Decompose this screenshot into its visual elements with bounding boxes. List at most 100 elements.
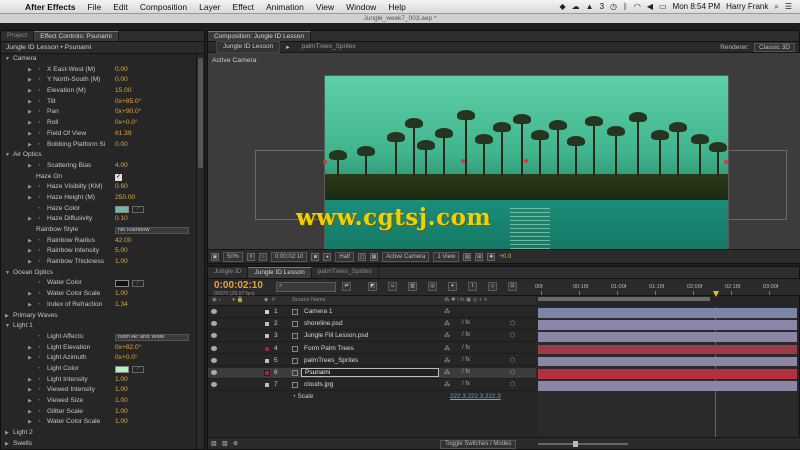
effect-param-row[interactable]: ▶ ◔ Rainbow Thickness 1.00 [1,257,204,268]
transparency-grid-icon[interactable]: ▦ [370,252,379,261]
shy-switch-icon[interactable]: ⁂ [444,345,450,352]
effect-param-row[interactable]: ▼ Air Optics [1,150,204,161]
visibility-eye-icon[interactable] [211,309,217,314]
layer-label-color[interactable] [264,370,270,376]
scale-value[interactable]: 222.3,222.3,222.3 [450,393,501,400]
twirl-closed-icon[interactable]: ▶ [28,417,32,428]
3d-layer-icon[interactable]: ⬡ [510,332,515,339]
twirl-closed-icon[interactable]: ▶ [28,161,32,172]
layer-duration-bar[interactable] [538,381,797,391]
control-point[interactable] [524,159,528,163]
stopwatch-icon[interactable]: ◔ [37,385,41,396]
timeline-tab-palmtrees-sprites[interactable]: palmTrees_Sprites [312,267,380,278]
stopwatch-icon[interactable]: ◔ [37,332,41,343]
user-name[interactable]: Harry Frank [726,2,768,11]
stopwatch-icon[interactable]: ◔ [37,118,41,129]
param-value[interactable]: 0.00 [115,65,128,76]
twirl-closed-icon[interactable]: ▶ [28,97,32,108]
transfer-controls-icon[interactable]: ▨ [222,440,228,447]
twirl-closed-icon[interactable]: ▶ [28,396,32,407]
effect-param-row[interactable]: ▶ ◔ Roll 0x+0.0° [1,118,204,129]
resolution-select[interactable]: Half [335,251,355,262]
view-select[interactable]: Active Camera [382,251,430,262]
motion-blur-icon[interactable]: ◎ [428,282,437,291]
shy-switch-icon[interactable]: ⁂ [444,308,450,315]
dropbox-icon[interactable]: ◆ [560,2,566,11]
shy-icon[interactable]: ☺ [388,282,397,291]
param-value[interactable]: 1.34 [115,300,128,311]
comp-tab-palmtrees-sprites[interactable]: palmTrees_Sprites [296,42,362,52]
layer-label-color[interactable] [264,309,270,315]
effect-param-row[interactable]: ◔ Water Color ⟋ [1,278,204,289]
stopwatch-icon[interactable]: ◔ [37,278,41,289]
menu-help[interactable]: Help [382,2,411,12]
stopwatch-icon[interactable]: ◔ [37,182,41,193]
layer-name[interactable]: clouds.jpg [304,381,333,388]
cloud-icon[interactable]: ☁ [572,2,580,11]
scroll-thumb[interactable] [198,58,203,168]
control-point[interactable] [461,159,465,163]
effect-param-row[interactable]: ▶ ◔ Rainbow Intensity 5.00 [1,246,204,257]
menu-view[interactable]: View [310,2,340,12]
effect-param-row[interactable]: ▶ ◔ Tilt 0x+85.0° [1,97,204,108]
stopwatch-icon[interactable]: ◔ [37,396,41,407]
roi-icon[interactable]: ▢ [358,252,367,261]
menu-window[interactable]: Window [340,2,382,12]
layer-label-color[interactable] [264,321,270,328]
battery-icon[interactable]: ▭ [659,2,667,11]
visibility-eye-icon[interactable] [211,345,217,351]
snapshot-icon[interactable]: ◙ [311,252,320,261]
3d-layer-icon[interactable]: ⬡ [510,320,515,327]
work-area-bar[interactable] [538,297,710,301]
effect-param-row[interactable]: ▶ ◔ Glitter Scale 1.00 [1,407,204,418]
color-swatch[interactable] [115,365,129,373]
effect-param-row[interactable]: ▶ ◔ Rainbow Radius 42.00 [1,236,204,247]
layer-search-input[interactable]: ⌕ [276,282,336,292]
effect-param-row[interactable]: Rainbow Style No Rainbow [1,225,204,236]
menu-file[interactable]: File [82,2,108,12]
timeline-zoom-slider[interactable] [538,441,628,447]
timeline-tab-jungle-id[interactable]: Jungle ID [208,267,249,278]
twirl-closed-icon[interactable]: ▶ [28,214,32,225]
layer-row[interactable]: 4 Form Palm Trees ⁂ / fx [208,344,536,355]
effect-param-row[interactable]: ▶ Primary Waves [1,311,204,322]
twirl-closed-icon[interactable]: ▶ [28,236,32,247]
twirl-closed-icon[interactable]: ▶ [5,311,9,322]
visibility-eye-icon[interactable] [211,382,217,388]
effect-param-row[interactable]: ◔ Light Affects: Both Air and Wate [1,332,204,343]
app-menu[interactable]: After Effects [19,2,82,12]
stopwatch-icon[interactable]: ◔ [37,364,41,375]
flowchart-icon[interactable]: ⊞ [475,252,484,261]
effect-param-row[interactable]: ▶ ◔ Water Color Scale 1.00 [1,289,204,300]
stopwatch-icon[interactable]: ◔ [37,246,41,257]
quality-switch-icon[interactable]: / fx [462,381,470,387]
param-value[interactable]: 61.39 [115,129,132,140]
layer-name[interactable]: shoreline.psd [304,320,343,327]
3d-layer-icon[interactable]: ⬡ [510,369,515,376]
param-value[interactable]: 0x+82.0° [115,343,141,354]
layer-label-color[interactable] [264,357,270,364]
bluetooth-icon[interactable]: ᛒ [623,2,628,11]
effect-param-row[interactable]: ▶ ◔ Haze Diffusivity 0.10 [1,214,204,225]
quality-switch-icon[interactable]: / fx [462,332,470,338]
menu-layer[interactable]: Layer [193,2,226,12]
stopwatch-icon[interactable]: ◔ [37,300,41,311]
stopwatch-icon[interactable]: ◔ [37,161,41,172]
twirl-closed-icon[interactable]: ▶ [28,129,32,140]
scale-property-row[interactable]: ◔ Scale 222.3,222.3,222.3 [208,393,536,403]
stopwatch-icon[interactable]: ◔ [37,375,41,386]
visibility-eye-icon[interactable] [211,370,217,375]
eyedropper-icon[interactable]: ⟋ [132,365,144,373]
param-value[interactable]: 0x+0.0° [115,118,138,129]
twirl-closed-icon[interactable]: ▶ [28,193,32,204]
stopwatch-icon[interactable]: ◔ [37,193,41,204]
effect-param-row[interactable]: ▶ ◔ Haze Visibilty (KM) 0.60 [1,182,204,193]
twirl-closed-icon[interactable]: ▶ [28,407,32,418]
volume-icon[interactable]: ◀ [647,2,653,11]
effects-scrollbar[interactable] [196,54,204,449]
frame-blending-icon[interactable]: ▥ [408,282,417,291]
stopwatch-icon[interactable]: ◔ [37,86,41,97]
twirl-closed-icon[interactable]: ▶ [28,182,32,193]
tab-project[interactable]: Project [1,31,35,41]
layer-row[interactable]: 1 Camera 1 ⁂ [208,307,536,318]
